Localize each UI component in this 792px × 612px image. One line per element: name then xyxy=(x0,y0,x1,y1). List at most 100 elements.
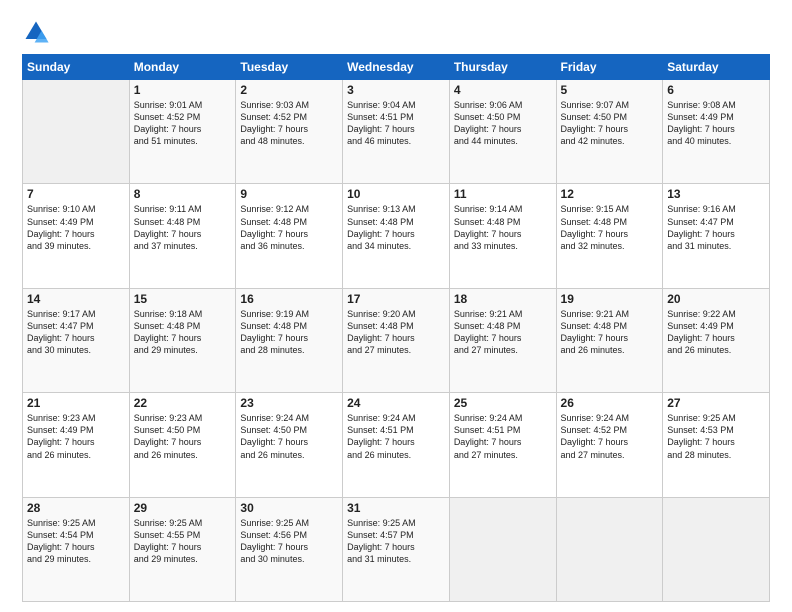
day-cell: 25Sunrise: 9:24 AM Sunset: 4:51 PM Dayli… xyxy=(449,393,556,497)
day-info: Sunrise: 9:04 AM Sunset: 4:51 PM Dayligh… xyxy=(347,99,445,148)
day-info: Sunrise: 9:08 AM Sunset: 4:49 PM Dayligh… xyxy=(667,99,765,148)
day-info: Sunrise: 9:23 AM Sunset: 4:50 PM Dayligh… xyxy=(134,412,232,461)
weekday-row: SundayMondayTuesdayWednesdayThursdayFrid… xyxy=(23,55,770,80)
day-cell: 9Sunrise: 9:12 AM Sunset: 4:48 PM Daylig… xyxy=(236,184,343,288)
day-cell xyxy=(23,80,130,184)
day-cell: 29 Sunrise: 9:25 AM Sunset: 4:55 PM Dayli… xyxy=(129,497,236,601)
day-info: Sunrise: 9:25 AM Sunset: 4:56 PM Dayligh… xyxy=(240,517,338,566)
day-cell: 14Sunrise: 9:17 AM Sunset: 4:47 PM Dayli… xyxy=(23,288,130,392)
day-number: 10 xyxy=(347,187,445,201)
day-info: Sunrise: 9:25 AM Sunset: 4:54 PM Dayligh… xyxy=(27,517,125,566)
day-number: 11 xyxy=(454,187,552,201)
day-info: Sunrise: 9:24 AM Sunset: 4:50 PM Dayligh… xyxy=(240,412,338,461)
day-cell: 1 Sunrise: 9:01 AM Sunset: 4:52 PM Daylig… xyxy=(129,80,236,184)
day-info: Sunrise: 9:24 AM Sunset: 4:52 PM Dayligh… xyxy=(561,412,659,461)
day-cell: 19 Sunrise: 9:21 AM Sunset: 4:48 PM Dayli… xyxy=(556,288,663,392)
day-cell xyxy=(449,497,556,601)
day-cell xyxy=(556,497,663,601)
day-info: Sunrise: 9:23 AM Sunset: 4:49 PM Dayligh… xyxy=(27,412,125,461)
day-cell: 2 Sunrise: 9:03 AM Sunset: 4:52 PM Daylig… xyxy=(236,80,343,184)
weekday-header-monday: Monday xyxy=(129,55,236,80)
day-info: Sunrise: 9:18 AM Sunset: 4:48 PM Dayligh… xyxy=(134,308,232,357)
day-info: Sunrise: 9:13 AM Sunset: 4:48 PM Dayligh… xyxy=(347,203,445,252)
calendar-body: 1 Sunrise: 9:01 AM Sunset: 4:52 PM Daylig… xyxy=(23,80,770,602)
day-cell: 31 Sunrise: 9:25 AM Sunset: 4:57 PM Dayli… xyxy=(343,497,450,601)
page: SundayMondayTuesdayWednesdayThursdayFrid… xyxy=(0,0,792,612)
day-info: Sunrise: 9:01 AM Sunset: 4:52 PM Dayligh… xyxy=(134,99,232,148)
day-info: Sunrise: 9:25 AM Sunset: 4:55 PM Dayligh… xyxy=(134,517,232,566)
day-number: 24 xyxy=(347,396,445,410)
day-cell: 30 Sunrise: 9:25 AM Sunset: 4:56 PM Dayli… xyxy=(236,497,343,601)
day-cell: 17Sunrise: 9:20 AM Sunset: 4:48 PM Dayli… xyxy=(343,288,450,392)
day-number: 9 xyxy=(240,187,338,201)
header xyxy=(22,18,770,46)
day-number: 4 xyxy=(454,83,552,97)
day-cell: 27 Sunrise: 9:25 AM Sunset: 4:53 PM Dayli… xyxy=(663,393,770,497)
day-number: 31 xyxy=(347,501,445,515)
day-number: 18 xyxy=(454,292,552,306)
day-info: Sunrise: 9:10 AM Sunset: 4:49 PM Dayligh… xyxy=(27,203,125,252)
day-cell: 12Sunrise: 9:15 AM Sunset: 4:48 PM Dayli… xyxy=(556,184,663,288)
day-cell: 22 Sunrise: 9:23 AM Sunset: 4:50 PM Dayli… xyxy=(129,393,236,497)
day-cell: 23Sunrise: 9:24 AM Sunset: 4:50 PM Dayli… xyxy=(236,393,343,497)
weekday-header-friday: Friday xyxy=(556,55,663,80)
day-info: Sunrise: 9:17 AM Sunset: 4:47 PM Dayligh… xyxy=(27,308,125,357)
day-number: 3 xyxy=(347,83,445,97)
day-info: Sunrise: 9:25 AM Sunset: 4:57 PM Dayligh… xyxy=(347,517,445,566)
day-info: Sunrise: 9:22 AM Sunset: 4:49 PM Dayligh… xyxy=(667,308,765,357)
day-info: Sunrise: 9:24 AM Sunset: 4:51 PM Dayligh… xyxy=(347,412,445,461)
day-number: 8 xyxy=(134,187,232,201)
day-cell: 7 Sunrise: 9:10 AM Sunset: 4:49 PM Daylig… xyxy=(23,184,130,288)
day-cell: 11 Sunrise: 9:14 AM Sunset: 4:48 PM Dayli… xyxy=(449,184,556,288)
week-row-3: 14Sunrise: 9:17 AM Sunset: 4:47 PM Dayli… xyxy=(23,288,770,392)
day-number: 7 xyxy=(27,187,125,201)
weekday-header-tuesday: Tuesday xyxy=(236,55,343,80)
day-number: 12 xyxy=(561,187,659,201)
weekday-header-sunday: Sunday xyxy=(23,55,130,80)
day-cell: 16 Sunrise: 9:19 AM Sunset: 4:48 PM Dayli… xyxy=(236,288,343,392)
weekday-header-saturday: Saturday xyxy=(663,55,770,80)
logo-icon xyxy=(22,18,50,46)
day-number: 21 xyxy=(27,396,125,410)
day-number: 26 xyxy=(561,396,659,410)
day-number: 29 xyxy=(134,501,232,515)
day-number: 19 xyxy=(561,292,659,306)
day-info: Sunrise: 9:16 AM Sunset: 4:47 PM Dayligh… xyxy=(667,203,765,252)
day-cell: 13 Sunrise: 9:16 AM Sunset: 4:47 PM Dayli… xyxy=(663,184,770,288)
day-number: 1 xyxy=(134,83,232,97)
day-number: 5 xyxy=(561,83,659,97)
day-number: 27 xyxy=(667,396,765,410)
week-row-4: 21 Sunrise: 9:23 AM Sunset: 4:49 PM Dayli… xyxy=(23,393,770,497)
day-number: 16 xyxy=(240,292,338,306)
day-info: Sunrise: 9:07 AM Sunset: 4:50 PM Dayligh… xyxy=(561,99,659,148)
day-number: 28 xyxy=(27,501,125,515)
day-info: Sunrise: 9:11 AM Sunset: 4:48 PM Dayligh… xyxy=(134,203,232,252)
day-cell: 20 Sunrise: 9:22 AM Sunset: 4:49 PM Dayli… xyxy=(663,288,770,392)
day-info: Sunrise: 9:19 AM Sunset: 4:48 PM Dayligh… xyxy=(240,308,338,357)
day-cell: 4 Sunrise: 9:06 AM Sunset: 4:50 PM Daylig… xyxy=(449,80,556,184)
day-info: Sunrise: 9:24 AM Sunset: 4:51 PM Dayligh… xyxy=(454,412,552,461)
day-cell: 6Sunrise: 9:08 AM Sunset: 4:49 PM Daylig… xyxy=(663,80,770,184)
day-cell: 8 Sunrise: 9:11 AM Sunset: 4:48 PM Daylig… xyxy=(129,184,236,288)
day-number: 20 xyxy=(667,292,765,306)
week-row-5: 28 Sunrise: 9:25 AM Sunset: 4:54 PM Dayli… xyxy=(23,497,770,601)
day-number: 2 xyxy=(240,83,338,97)
day-info: Sunrise: 9:25 AM Sunset: 4:53 PM Dayligh… xyxy=(667,412,765,461)
week-row-1: 1 Sunrise: 9:01 AM Sunset: 4:52 PM Daylig… xyxy=(23,80,770,184)
logo xyxy=(22,18,54,46)
day-cell: 5 Sunrise: 9:07 AM Sunset: 4:50 PM Daylig… xyxy=(556,80,663,184)
day-info: Sunrise: 9:03 AM Sunset: 4:52 PM Dayligh… xyxy=(240,99,338,148)
day-cell: 28 Sunrise: 9:25 AM Sunset: 4:54 PM Dayli… xyxy=(23,497,130,601)
weekday-header-thursday: Thursday xyxy=(449,55,556,80)
day-info: Sunrise: 9:14 AM Sunset: 4:48 PM Dayligh… xyxy=(454,203,552,252)
day-info: Sunrise: 9:21 AM Sunset: 4:48 PM Dayligh… xyxy=(561,308,659,357)
day-number: 13 xyxy=(667,187,765,201)
day-cell: 3 Sunrise: 9:04 AM Sunset: 4:51 PM Daylig… xyxy=(343,80,450,184)
day-number: 17 xyxy=(347,292,445,306)
weekday-header-wednesday: Wednesday xyxy=(343,55,450,80)
day-info: Sunrise: 9:06 AM Sunset: 4:50 PM Dayligh… xyxy=(454,99,552,148)
day-cell: 26 Sunrise: 9:24 AM Sunset: 4:52 PM Dayli… xyxy=(556,393,663,497)
day-cell: 15Sunrise: 9:18 AM Sunset: 4:48 PM Dayli… xyxy=(129,288,236,392)
day-number: 30 xyxy=(240,501,338,515)
day-number: 22 xyxy=(134,396,232,410)
